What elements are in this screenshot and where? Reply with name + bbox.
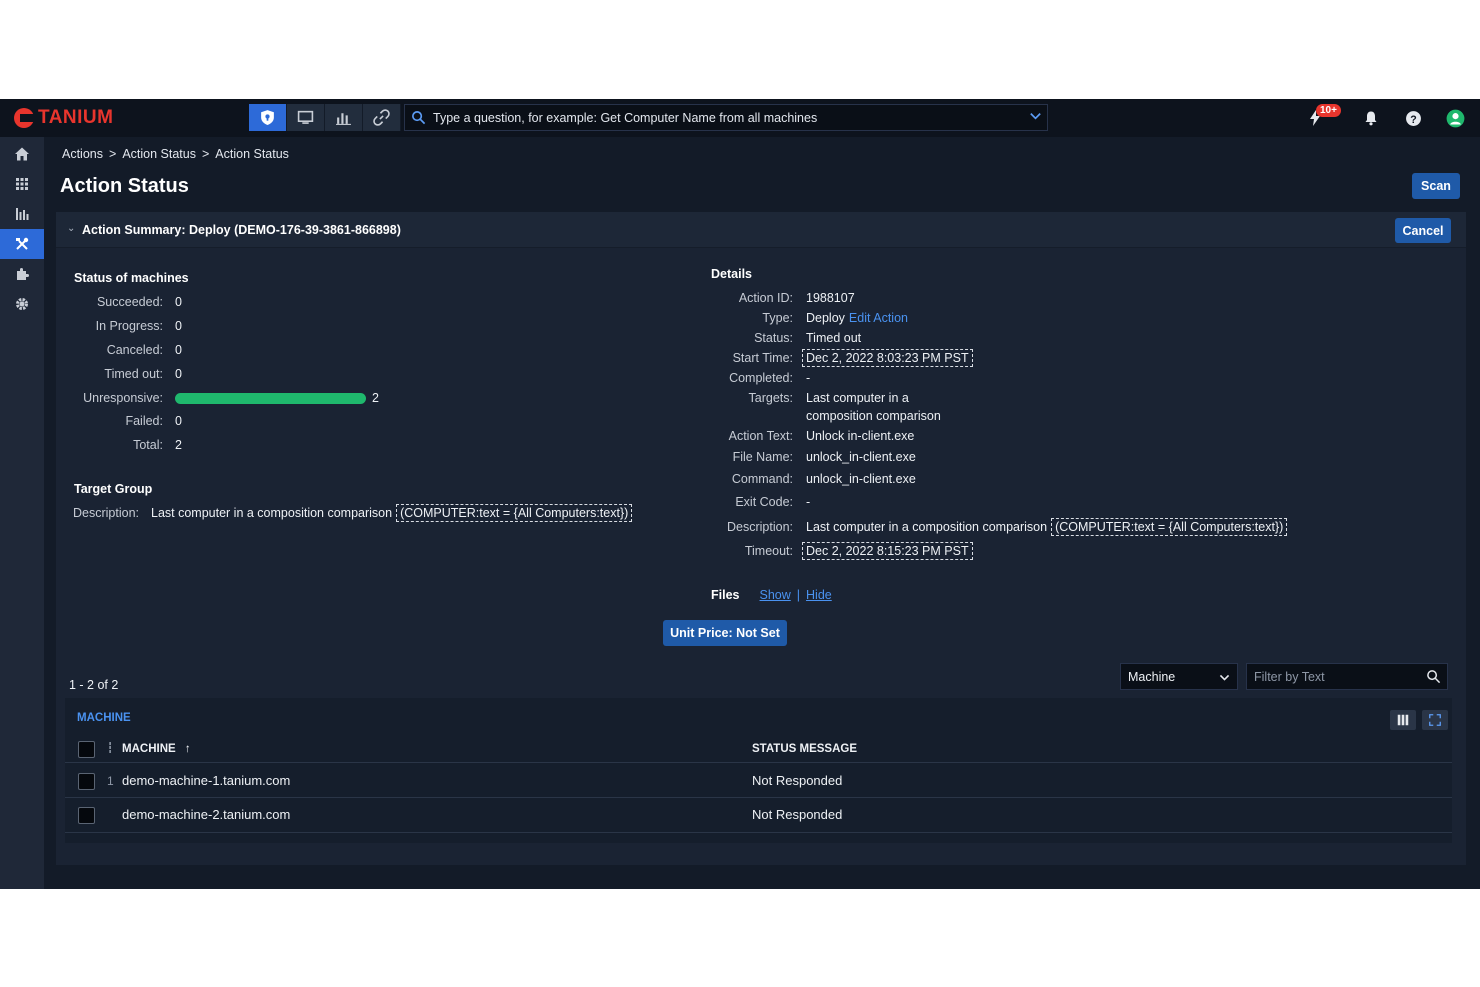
bell-icon[interactable] [1358,105,1384,131]
breadcrumb-actions[interactable]: Actions [62,147,103,161]
main-content: Actions > Action Status > Action Status Acti… [44,137,1480,889]
table-row[interactable]: 1 demo-machine-1.tanium.com Not Responde… [65,764,1452,798]
gear-icon[interactable] [0,289,44,319]
help-icon[interactable]: ? [1400,105,1426,131]
left-sidebar [0,137,44,889]
breadcrumb: Actions > Action Status > Action Status [62,147,289,161]
expand-icon[interactable] [1422,710,1448,730]
action-summary-title: Action Summary: Deploy (DEMO-176-39-3861… [82,223,401,237]
detail-action-id: Action ID: 1988107 [738,291,855,305]
select-all-checkbox[interactable] [78,741,95,758]
breadcrumb-current: Action Status [215,147,289,161]
brand-name: TANIUM [38,107,114,128]
column-header-status-message[interactable]: STATUS MESSAGE [752,743,857,755]
breadcrumb-action-status[interactable]: Action Status [122,147,196,161]
target-group-description: Description: Last computer in a composit… [73,504,633,522]
chevron-down-icon [1219,674,1230,681]
detail-file-name: File Name: unlock_in-client.exe [732,450,916,464]
table-header: ┇ MACHINE ↑ STATUS MESSAGE [65,736,1452,763]
row-checkbox[interactable] [78,807,95,824]
files-label: Files [711,588,740,602]
status-total: Total: 2 [133,438,182,452]
detail-description-filter: (COMPUTER:text = {All Computers:text}) [1051,518,1288,536]
row-checkbox[interactable] [78,773,95,790]
shield-icon[interactable] [249,104,287,131]
files-hide-link[interactable]: Hide [806,588,832,602]
edit-action-link[interactable]: Edit Action [849,311,908,325]
status-message: Not Responded [752,773,843,788]
status-canceled: Canceled: 0 [106,343,182,357]
detail-completed: Completed: - [729,371,811,385]
status-message: Not Responded [752,807,843,822]
group-by-select[interactable]: Machine [1120,663,1238,690]
sort-ascending-icon: ↑ [184,743,191,755]
chevron-down-icon[interactable] [1028,108,1043,123]
tanium-logo-icon [14,108,34,128]
machine-name[interactable]: demo-machine-1.tanium.com [122,773,290,788]
tanium-logo[interactable]: TANIUM [14,107,113,129]
detail-command: Command: unlock_in-client.exe [731,472,916,486]
action-summary-header[interactable]: ⌄ Action Summary: Deploy (DEMO-176-39-38… [56,212,1466,248]
machine-name[interactable]: demo-machine-2.tanium.com [122,807,290,822]
tab-machine[interactable]: MACHINE [77,712,131,724]
search-input[interactable]: Type a question, for example: Get Comput… [433,111,1047,125]
details-title: Details [711,267,752,281]
link-icon[interactable] [363,104,401,131]
apps-grid-icon[interactable] [0,169,44,199]
filter-input[interactable]: Filter by Text [1246,663,1448,690]
user-avatar-icon[interactable] [1442,105,1468,131]
top-right-actions: 10+ ? [1286,104,1468,131]
module-nav [249,104,401,131]
unit-price-button[interactable]: Unit Price: Not Set [663,620,787,646]
monitor-icon[interactable] [287,104,325,131]
detail-status: Status: Timed out [754,331,862,345]
page-title: Action Status [60,175,189,197]
detail-start-time: Start Time: Dec 2, 2022 8:03:23 PM PST [696,349,973,367]
files-row: Files Show | Hide [711,588,832,602]
results-table-panel: MACHINE ┇ MACHINE ↑ STATUS MESSAGE 1 dem… [65,698,1452,843]
detail-targets: Targets: Last computer in a composition … [748,391,941,423]
detail-exit-code: Exit Code: - [735,495,811,509]
question-search-bar[interactable]: Type a question, for example: Get Comput… [404,104,1048,131]
target-group-title: Target Group [74,482,153,496]
table-row[interactable]: demo-machine-2.tanium.com Not Responded [65,799,1452,833]
target-group-filter: (COMPUTER:text = {All Computers:text}) [396,504,633,522]
columns-icon[interactable] [1390,710,1416,730]
detail-timeout: Timeout: Dec 2, 2022 8:15:23 PM PST [696,542,973,560]
top-bar: TANIUM Type a question, for example: Get… [0,99,1480,137]
unresponsive-progress-bar [175,393,366,404]
detail-type: Type: Deploy Edit Action [762,311,908,325]
search-icon [412,111,426,125]
lightning-icon[interactable]: 10+ [1302,104,1341,131]
notification-count-badge: 10+ [1316,104,1341,117]
status-in-progress: In Progress: 0 [95,319,182,333]
tools-icon[interactable] [0,229,44,259]
detail-description: Description: Last computer in a composit… [696,518,1288,536]
puzzle-icon[interactable] [0,259,44,289]
svg-text:?: ? [1410,113,1416,125]
status-failed: Failed: 0 [125,414,182,428]
status-succeeded: Succeeded: 0 [96,295,182,309]
reports-icon[interactable] [0,199,44,229]
status-of-machines-title: Status of machines [74,271,189,285]
search-icon [1427,670,1441,684]
column-header-machine[interactable]: MACHINE ↑ [122,743,191,755]
app-window: TANIUM Type a question, for example: Get… [0,99,1480,889]
column-resize-handle[interactable]: ┇ [107,743,113,754]
scan-button[interactable]: Scan [1412,173,1460,199]
bar-chart-icon[interactable] [325,104,363,131]
files-show-link[interactable]: Show [760,588,791,602]
status-timed-out: Timed out: 0 [104,367,182,381]
home-icon[interactable] [0,139,44,169]
results-count: 1 - 2 of 2 [69,678,119,692]
detail-action-text: Action Text: Unlock in-client.exe [728,429,915,443]
cancel-button[interactable]: Cancel [1395,218,1451,243]
action-summary-panel: ⌄ Action Summary: Deploy (DEMO-176-39-38… [56,212,1466,865]
chevron-down-icon[interactable]: ⌄ [67,223,75,234]
